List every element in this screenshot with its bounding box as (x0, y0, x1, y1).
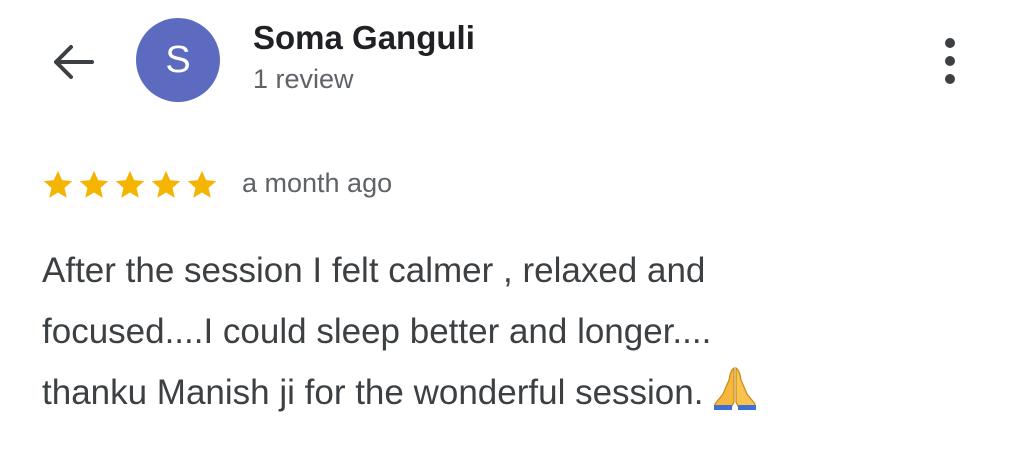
more-vertical-icon (945, 38, 955, 84)
review-text-line: focused....I could sleep better and long… (42, 301, 982, 362)
more-options-button[interactable] (930, 36, 970, 86)
folded-hands-icon (714, 366, 757, 410)
arrow-back-icon (54, 45, 94, 79)
avatar[interactable]: S (136, 18, 220, 102)
review-text-segment: thanku Manish ji for the wonderful sessi… (42, 373, 704, 412)
star-icon (43, 170, 73, 198)
review-text-segment: focused....I could sleep better and long… (42, 312, 712, 351)
avatar-letter: S (165, 38, 191, 81)
star-icon (151, 170, 181, 198)
review-text-line: thanku Manish ji for the wonderful sessi… (42, 362, 982, 423)
review-text: After the session I felt calmer , relaxe… (42, 240, 982, 423)
star-icon (79, 170, 109, 198)
star-icon (187, 170, 217, 198)
star-icon (115, 170, 145, 198)
review-count: 1 review (253, 64, 354, 94)
review-text-line: After the session I felt calmer , relaxe… (42, 240, 982, 301)
reviewer-name[interactable]: Soma Ganguli (253, 19, 475, 57)
review-date: a month ago (242, 168, 393, 198)
back-button[interactable] (46, 38, 100, 86)
star-rating (40, 168, 220, 202)
review-text-segment: After the session I felt calmer , relaxe… (42, 251, 706, 290)
